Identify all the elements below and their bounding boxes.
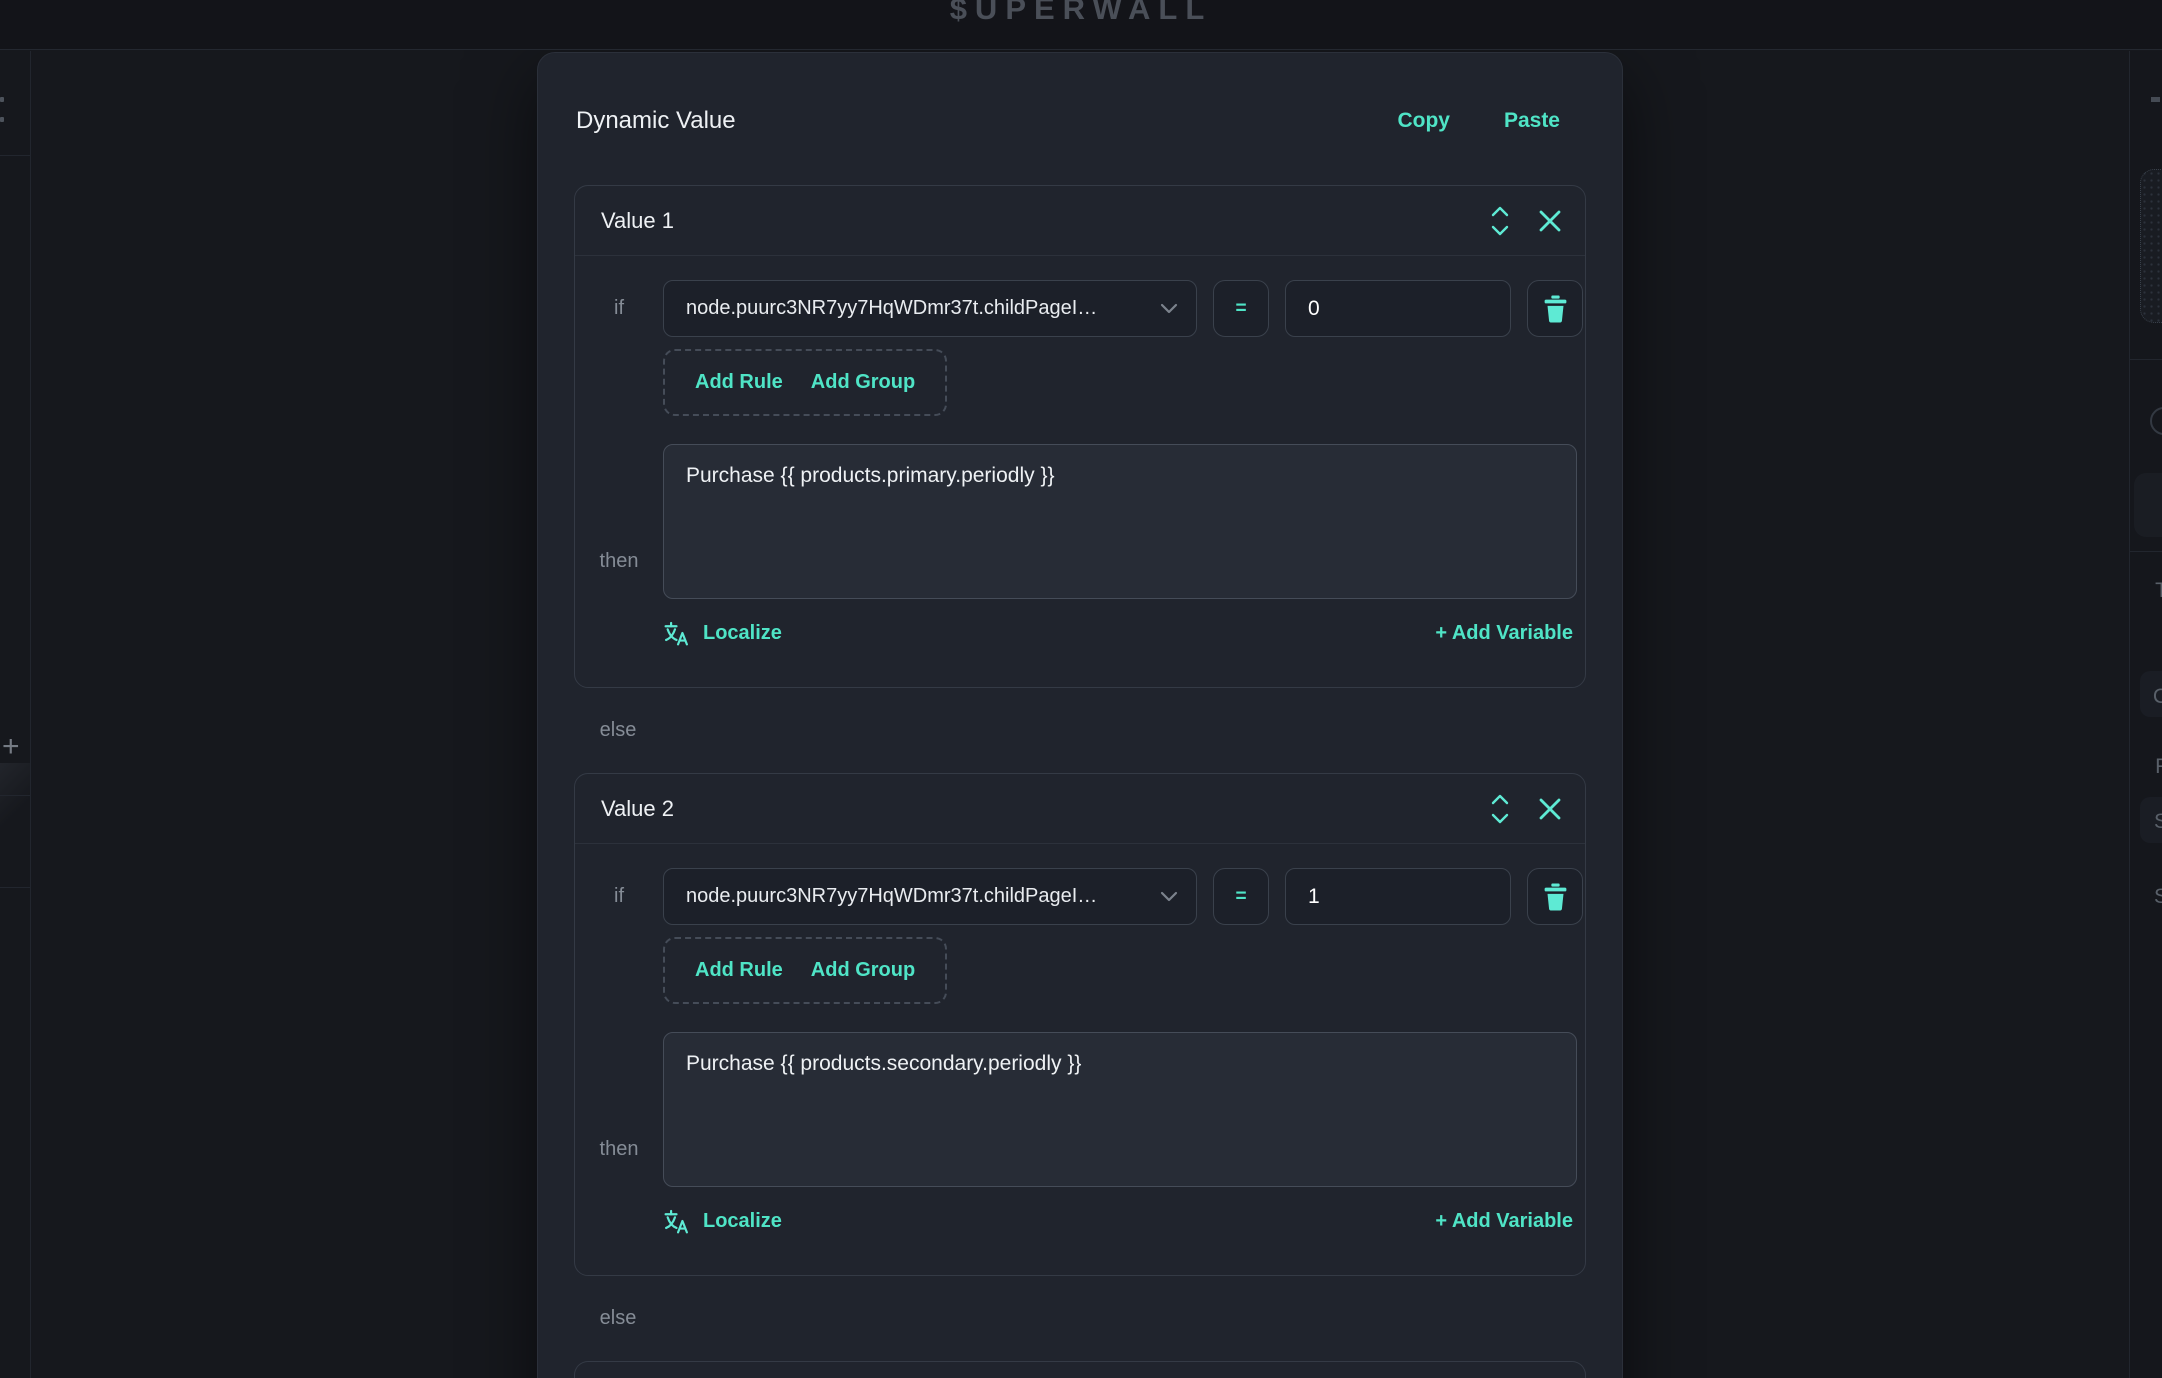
value-2-card: Value 2 if node.puurc3NR7yy7HqWDmr37t.ch… <box>574 773 1586 1276</box>
modal-header: Dynamic Value Copy Paste <box>574 53 1586 135</box>
operator-button[interactable]: = <box>1213 868 1269 925</box>
panel-label-fragment: S <box>2154 885 2162 909</box>
divider <box>2130 551 2162 552</box>
condition-value-input[interactable] <box>1285 868 1511 925</box>
dropzone-fragment <box>2140 169 2162 323</box>
condition-controls: node.puurc3NR7yy7HqWDmr37t.childPageI… = <box>663 868 1585 925</box>
rail-icon-fragment <box>0 97 4 102</box>
panel-text-fragment <box>2151 97 2160 102</box>
then-value-textarea[interactable]: Purchase {{ products.secondary.periodly … <box>663 1032 1577 1187</box>
if-label: if <box>575 868 663 925</box>
condition-row: if node.puurc3NR7yy7HqWDmr37t.childPageI… <box>575 280 1585 337</box>
divider <box>0 795 30 796</box>
localize-label: Localize <box>703 1207 782 1235</box>
value-2-body: if node.puurc3NR7yy7HqWDmr37t.childPageI… <box>575 844 1585 1275</box>
if-label: if <box>575 280 663 337</box>
add-variable-button[interactable]: + Add Variable <box>1435 1207 1573 1235</box>
translate-icon <box>663 620 690 647</box>
modal-actions: Copy Paste <box>1397 107 1584 135</box>
add-group-button[interactable]: Add Group <box>811 371 915 394</box>
add-rule-button[interactable]: Add Rule <box>695 371 783 394</box>
translate-icon <box>663 1208 690 1235</box>
add-layer-plus-icon[interactable]: + <box>2 732 20 762</box>
panel-fragment <box>2134 473 2162 537</box>
then-label: then <box>575 444 663 599</box>
close-x-icon[interactable] <box>1537 796 1563 822</box>
else-separator: else <box>574 688 1586 773</box>
then-value-textarea[interactable]: Purchase {{ products.primary.periodly }} <box>663 444 1577 599</box>
operator-button[interactable]: = <box>1213 280 1269 337</box>
condition-controls: node.puurc3NR7yy7HqWDmr37t.childPageI… = <box>663 280 1585 337</box>
condition-field-value: node.puurc3NR7yy7HqWDmr37t.childPageI… <box>686 297 1160 320</box>
value-2-controls <box>1489 793 1563 825</box>
paste-button[interactable]: Paste <box>1504 107 1560 135</box>
reorder-chevron-up-down-icon[interactable] <box>1489 205 1511 237</box>
spacer <box>947 925 1585 1004</box>
divider <box>0 887 30 888</box>
else-separator: else <box>574 1276 1586 1361</box>
then-label: then <box>575 1032 663 1187</box>
add-group-button[interactable]: Add Group <box>811 959 915 982</box>
dynamic-value-modal: Dynamic Value Copy Paste Value 1 if <box>537 52 1623 1378</box>
delete-rule-trash-icon[interactable] <box>1527 868 1583 925</box>
localize-button[interactable]: Localize <box>663 619 782 647</box>
condition-field-select[interactable]: node.puurc3NR7yy7HqWDmr37t.childPageI… <box>663 280 1197 337</box>
localize-button[interactable]: Localize <box>663 1207 782 1235</box>
add-rule-group-box: Add Rule Add Group <box>663 937 947 1004</box>
chevron-down-icon <box>1160 891 1178 903</box>
spacer <box>947 337 1585 416</box>
copy-button[interactable]: Copy <box>1397 107 1450 135</box>
value-2-title: Value 2 <box>601 796 674 822</box>
chevron-down-icon <box>1160 303 1178 315</box>
else-label: else <box>574 1276 662 1361</box>
add-rule-button[interactable]: Add Rule <box>695 959 783 982</box>
value-1-header: Value 1 <box>575 186 1585 256</box>
divider <box>0 155 30 156</box>
add-rule-row: Add Rule Add Group <box>575 337 1585 416</box>
panel-label-fragment: C <box>2153 685 2162 709</box>
divider <box>2130 359 2162 360</box>
panel-label-fragment: T <box>2155 579 2162 603</box>
condition-row: if node.puurc3NR7yy7HqWDmr37t.childPageI… <box>575 868 1585 925</box>
localize-row: Localize + Add Variable <box>575 1207 1585 1235</box>
condition-field-select[interactable]: node.puurc3NR7yy7HqWDmr37t.childPageI… <box>663 868 1197 925</box>
panel-label-fragment: S <box>2154 810 2162 834</box>
reorder-chevron-up-down-icon[interactable] <box>1489 793 1511 825</box>
localize-label: Localize <box>703 619 782 647</box>
thumbnail-fragment <box>0 763 30 835</box>
rail-icon-fragment <box>0 117 4 122</box>
value-1-controls <box>1489 205 1563 237</box>
modal-title: Dynamic Value <box>576 107 736 135</box>
value-3-card-partial <box>574 1361 1586 1378</box>
close-x-icon[interactable] <box>1537 208 1563 234</box>
superwall-logo: $UPERWALL <box>0 0 2162 27</box>
add-variable-button[interactable]: + Add Variable <box>1435 619 1573 647</box>
spacer <box>575 337 663 416</box>
delete-rule-trash-icon[interactable] <box>1527 280 1583 337</box>
value-1-title: Value 1 <box>601 208 674 234</box>
condition-value-input[interactable] <box>1285 280 1511 337</box>
then-row: then Purchase {{ products.primary.period… <box>575 444 1585 599</box>
left-rail: + <box>0 51 31 1378</box>
value-1-card: Value 1 if node.puurc3NR7yy7HqWDmr37t.ch… <box>574 185 1586 688</box>
circle-control-fragment <box>2150 407 2162 435</box>
localize-row: Localize + Add Variable <box>575 619 1585 647</box>
add-rule-row: Add Rule Add Group <box>575 925 1585 1004</box>
top-bar: $UPERWALL <box>0 0 2162 50</box>
panel-label-fragment: F <box>2155 755 2162 779</box>
value-1-body: if node.puurc3NR7yy7HqWDmr37t.childPageI… <box>575 256 1585 687</box>
else-label: else <box>574 688 662 773</box>
right-rail: T C F S S I <box>2129 51 2162 1378</box>
value-2-header: Value 2 <box>575 774 1585 844</box>
add-rule-group-box: Add Rule Add Group <box>663 349 947 416</box>
condition-field-value: node.puurc3NR7yy7HqWDmr37t.childPageI… <box>686 885 1160 908</box>
spacer <box>575 925 663 1004</box>
then-row: then Purchase {{ products.secondary.peri… <box>575 1032 1585 1187</box>
